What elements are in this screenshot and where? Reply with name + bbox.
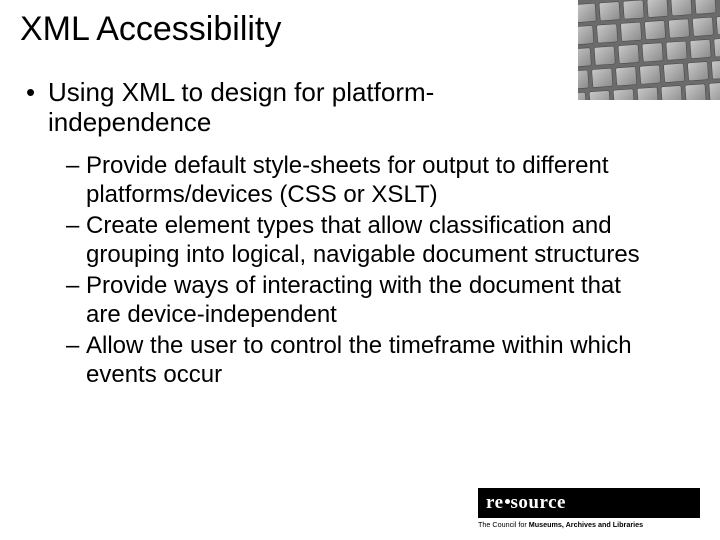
logo-text-re: re [486, 492, 504, 514]
slide-body: • Using XML to design for platform-indep… [20, 77, 700, 389]
dash-mark: – [66, 151, 86, 209]
colon-dot-icon [505, 499, 510, 504]
sub-bullet-text: Create element types that allow classifi… [86, 211, 646, 269]
sub-bullet-item: – Provide ways of interacting with the d… [66, 271, 694, 329]
logo-top: re source [478, 488, 700, 518]
dash-mark: – [66, 271, 86, 329]
bullet-mark: • [26, 77, 48, 137]
sub-bullet-item: – Allow the user to control the timefram… [66, 331, 694, 389]
logo-subtitle: The Council for Museums, Archives and Li… [478, 518, 700, 529]
sub-bullet-item: – Create element types that allow classi… [66, 211, 694, 269]
sub-bullet-item: – Provide default style-sheets for outpu… [66, 151, 694, 209]
dash-mark: – [66, 211, 86, 269]
keyboard-image [578, 0, 720, 100]
sub-bullet-text: Allow the user to control the timeframe … [86, 331, 646, 389]
resource-logo: re source The Council for Museums, Archi… [478, 488, 700, 532]
sub-bullet-text: Provide default style-sheets for output … [86, 151, 646, 209]
bullet-text: Using XML to design for platform-indepen… [48, 77, 508, 137]
slide: XML Accessibility • Using XML to design … [0, 0, 720, 540]
sub-bullet-text: Provide ways of interacting with the doc… [86, 271, 646, 329]
logo-sub-prefix: The Council for [478, 520, 529, 529]
dash-mark: – [66, 331, 86, 389]
logo-sub-bold: Museums, Archives and Libraries [529, 520, 643, 529]
logo-text-source: source [511, 492, 566, 514]
sub-bullet-list: – Provide default style-sheets for outpu… [26, 151, 694, 389]
